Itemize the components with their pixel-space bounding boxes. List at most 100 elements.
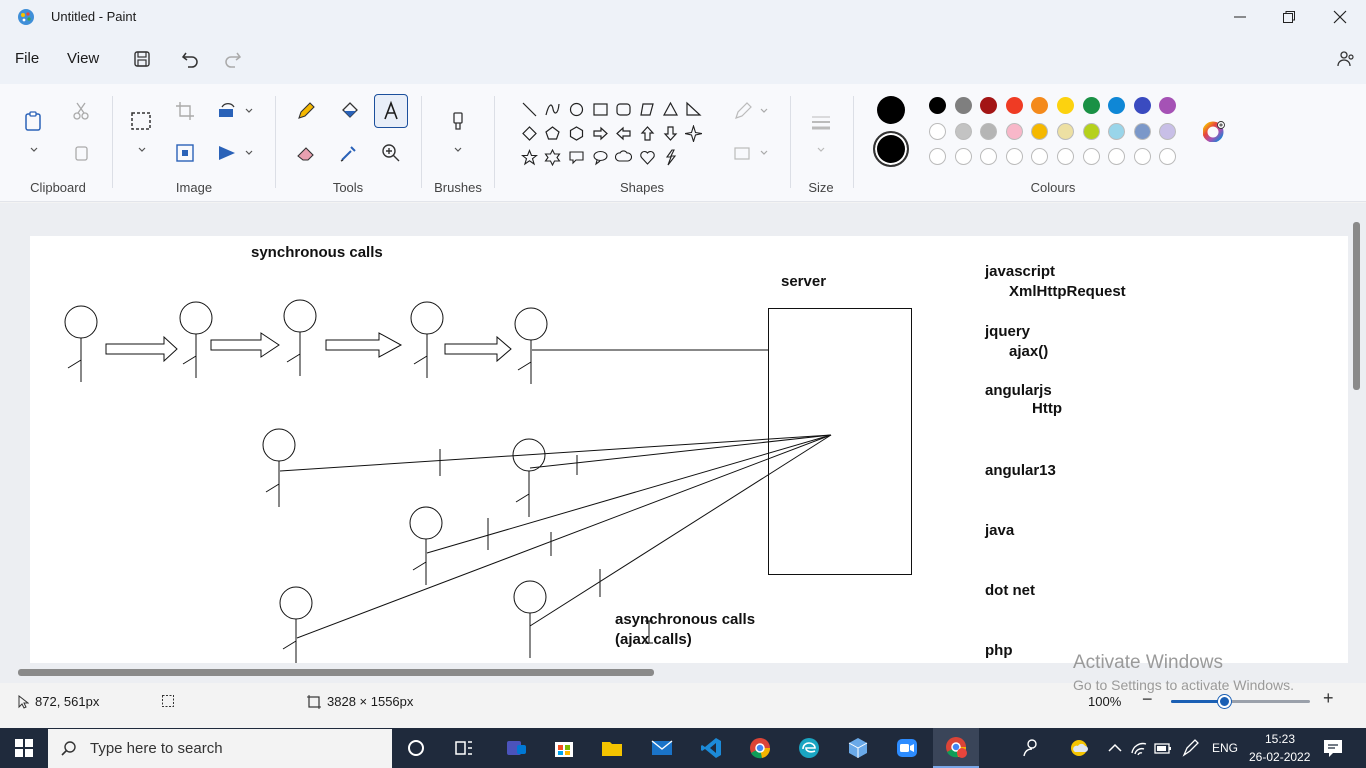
clock-time[interactable]: 15:23 [1265, 732, 1295, 746]
empty-colour-swatch[interactable] [1057, 148, 1074, 165]
colour-swatch[interactable] [1031, 97, 1049, 114]
drawing-canvas[interactable]: synchronous calls server asynchronous ca… [30, 236, 1348, 663]
brushes-button[interactable] [443, 106, 473, 136]
taskbar-search[interactable]: Type here to search [48, 729, 392, 768]
shape-right-triangle[interactable] [682, 98, 704, 120]
magnifier-tool[interactable] [376, 138, 406, 168]
start-button[interactable] [9, 733, 39, 763]
resize-button[interactable] [170, 138, 200, 168]
shape-rectangle[interactable] [589, 98, 611, 120]
restore-button[interactable] [1266, 0, 1312, 34]
empty-colour-swatch[interactable] [1159, 148, 1177, 165]
zoom-level[interactable]: 100% [1088, 694, 1121, 709]
chevron-down-icon[interactable] [816, 145, 826, 155]
tray-people[interactable] [1016, 733, 1046, 763]
shape-diamond[interactable] [518, 122, 540, 144]
shape-fill-button[interactable] [728, 138, 758, 168]
redo-button[interactable] [220, 46, 246, 72]
colour-swatch[interactable] [954, 123, 972, 140]
secondary-colour[interactable] [873, 131, 909, 167]
colour-swatch[interactable] [1108, 123, 1126, 140]
share-button[interactable] [1333, 46, 1359, 72]
taskbar-mail[interactable] [647, 733, 677, 763]
colour-swatch[interactable] [1031, 123, 1049, 140]
chevron-down-icon[interactable] [759, 148, 769, 158]
empty-colour-swatch[interactable] [929, 148, 946, 165]
empty-colour-swatch[interactable] [1133, 148, 1151, 165]
empty-colour-swatch[interactable] [1031, 148, 1049, 165]
colour-swatch[interactable] [929, 97, 946, 114]
save-button[interactable] [129, 46, 155, 72]
shape-oval-callout[interactable] [589, 146, 611, 168]
colour-swatch[interactable] [1082, 97, 1100, 114]
shape-line[interactable] [518, 98, 540, 120]
shape-left-arrow[interactable] [612, 122, 634, 144]
copy-button[interactable] [66, 138, 96, 168]
empty-colour-swatch[interactable] [1108, 148, 1126, 165]
task-view-button[interactable] [449, 733, 479, 763]
text-tool[interactable] [374, 94, 408, 128]
colour-swatch[interactable] [1057, 97, 1074, 114]
language-indicator[interactable]: ENG [1212, 741, 1238, 755]
colour-swatch[interactable] [980, 123, 998, 140]
shape-right-arrow[interactable] [589, 122, 611, 144]
shape-heart[interactable] [636, 146, 658, 168]
taskbar-zoom[interactable] [892, 733, 922, 763]
color-picker-tool[interactable] [334, 138, 364, 168]
shape-polygon[interactable] [636, 98, 658, 120]
colour-swatch[interactable] [1057, 123, 1074, 140]
chevron-down-icon[interactable] [244, 148, 254, 158]
chevron-down-icon[interactable] [244, 106, 254, 116]
tray-battery[interactable] [1148, 733, 1178, 763]
zoom-slider-thumb[interactable] [1217, 695, 1231, 708]
colour-swatch[interactable] [1005, 123, 1023, 140]
eraser-tool[interactable] [291, 138, 321, 168]
size-button[interactable] [806, 108, 836, 138]
shape-hexagon[interactable] [565, 122, 587, 144]
colour-swatch[interactable] [1159, 123, 1177, 140]
menu-file[interactable]: File [15, 50, 39, 67]
shape-up-arrow[interactable] [636, 122, 658, 144]
notifications-button[interactable] [1318, 733, 1348, 763]
close-button[interactable] [1317, 0, 1363, 34]
empty-colour-swatch[interactable] [1005, 148, 1023, 165]
primary-colour[interactable] [877, 96, 905, 124]
tray-weather[interactable] [1064, 733, 1094, 763]
taskbar-chrome[interactable] [745, 733, 775, 763]
taskbar-vscode[interactable] [696, 733, 726, 763]
horizontal-scrollbar[interactable] [18, 669, 654, 676]
taskbar-edge[interactable] [794, 733, 824, 763]
chevron-down-icon[interactable] [137, 145, 147, 155]
colour-swatch[interactable] [1082, 123, 1100, 140]
empty-colour-swatch[interactable] [954, 148, 972, 165]
colour-swatch[interactable] [929, 123, 946, 140]
shape-four-point-star[interactable] [682, 122, 704, 144]
shape-curve[interactable] [541, 98, 563, 120]
fill-tool[interactable] [334, 96, 364, 126]
taskbar-active-app[interactable] [933, 728, 979, 768]
shape-oval[interactable] [565, 98, 587, 120]
undo-button[interactable] [177, 46, 203, 72]
shape-five-point-star[interactable] [518, 146, 540, 168]
zoom-in-button[interactable]: + [1323, 688, 1334, 709]
shape-rounded-rectangle[interactable] [612, 98, 634, 120]
crop-button[interactable] [170, 96, 200, 126]
menu-view[interactable]: View [67, 50, 99, 67]
taskbar-store[interactable] [549, 733, 579, 763]
colour-swatch[interactable] [1108, 97, 1126, 114]
outline-button[interactable] [728, 96, 758, 126]
rotate-button[interactable] [212, 96, 242, 126]
colour-swatch[interactable] [1159, 97, 1177, 114]
chevron-down-icon[interactable] [453, 145, 463, 155]
flip-button[interactable] [212, 138, 242, 168]
colour-swatch[interactable] [1133, 97, 1151, 114]
tray-pen[interactable] [1176, 733, 1206, 763]
chevron-down-icon[interactable] [759, 106, 769, 116]
shape-lightning[interactable] [659, 146, 681, 168]
cortana-button[interactable] [401, 733, 431, 763]
shape-cloud-callout[interactable] [612, 146, 634, 168]
colour-swatch[interactable] [954, 97, 972, 114]
shape-rect-callout[interactable] [565, 146, 587, 168]
minimize-button[interactable] [1217, 0, 1263, 34]
paste-button[interactable] [18, 106, 48, 136]
